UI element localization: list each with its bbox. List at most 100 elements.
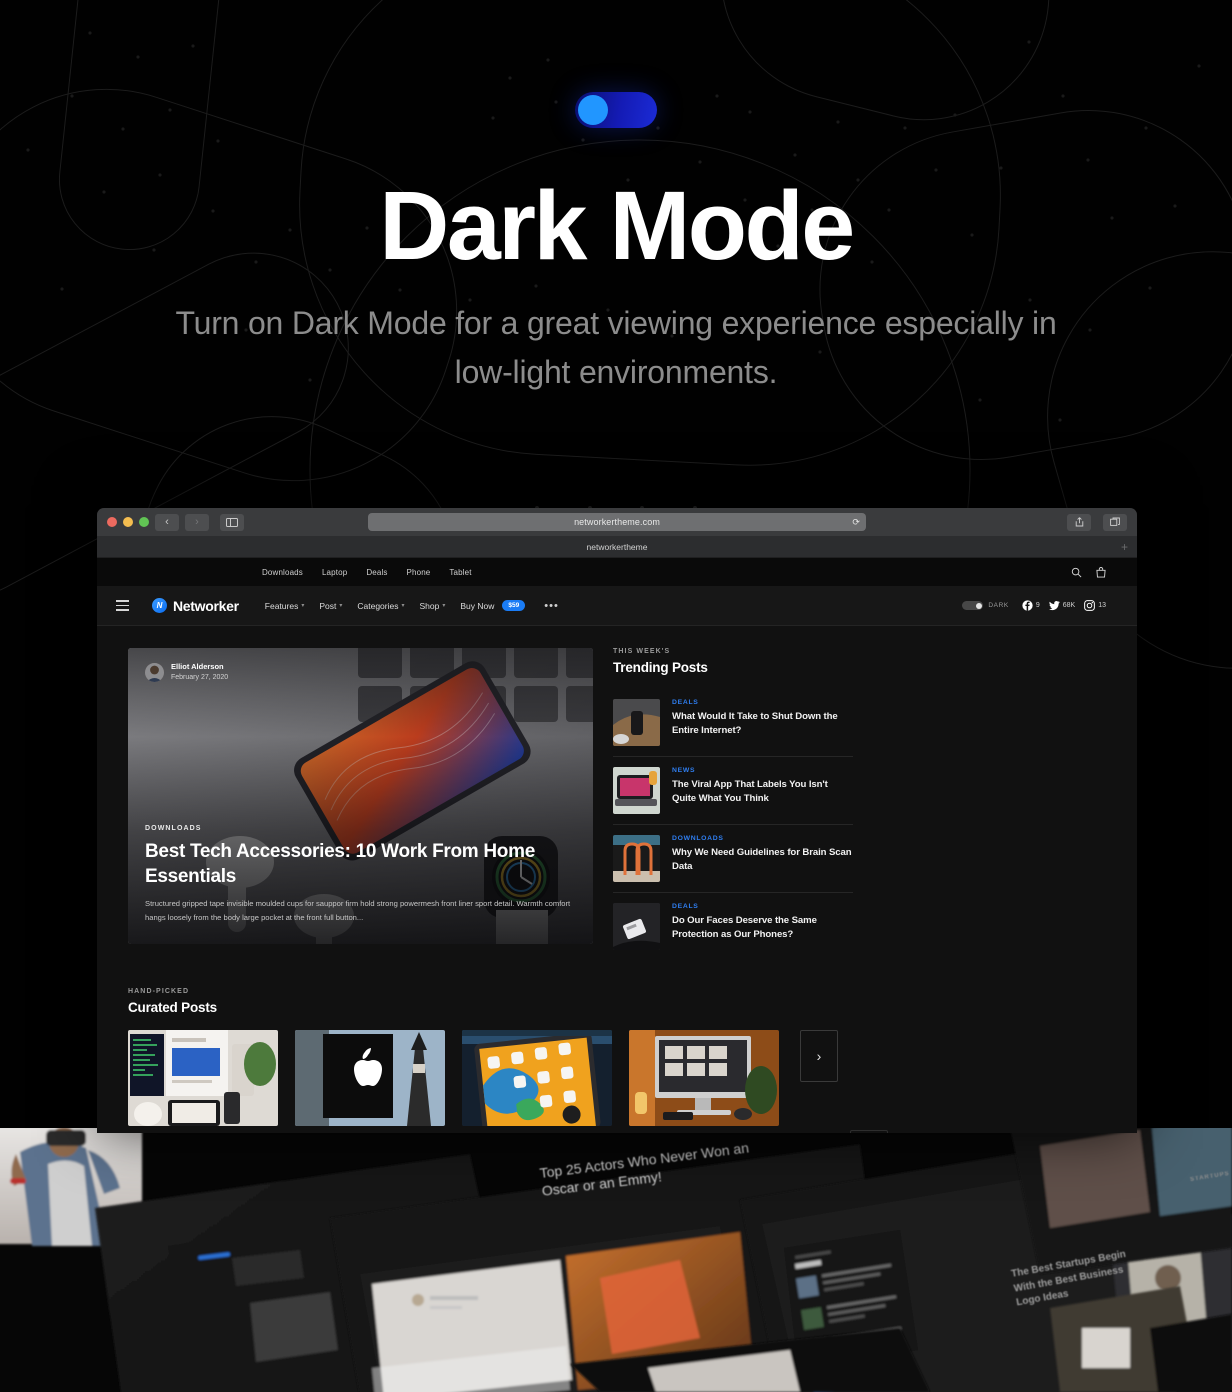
chevron-down-icon: ▾ xyxy=(301,603,305,609)
site-navbar: N Networker Features ▾ Post ▾ Categories… xyxy=(97,586,1137,626)
featured-post-card[interactable]: Elliot Alderson February 27, 2020 DOWNLO… xyxy=(128,648,593,944)
topbar-link-downloads[interactable]: Downloads xyxy=(262,568,303,577)
carousel-secondary-button[interactable] xyxy=(850,1130,888,1133)
twitter-count: 68K xyxy=(1062,602,1076,609)
trending-title-text[interactable]: The Viral App That Labels You Isn't Quit… xyxy=(672,778,853,805)
trending-thumbnail xyxy=(613,835,660,882)
trending-title: Trending Posts xyxy=(613,660,708,675)
chevron-down-icon: ▾ xyxy=(339,603,343,609)
curated-image-apple-logo xyxy=(295,1030,445,1126)
chevron-down-icon: ▾ xyxy=(401,603,405,609)
social-instagram[interactable]: 13 xyxy=(1084,600,1106,611)
trending-list: DEALS What Would It Take to Shut Down th… xyxy=(613,689,853,960)
nav-item-buy-now[interactable]: Buy Now $59 xyxy=(460,600,526,611)
close-window-icon[interactable] xyxy=(107,517,117,527)
curated-card[interactable] xyxy=(629,1030,779,1126)
curated-image-imac xyxy=(629,1030,779,1126)
browser-tabstrip[interactable]: networkertheme + xyxy=(97,536,1137,558)
address-bar[interactable]: networkertheme.com ⟳ xyxy=(368,513,866,531)
list-item[interactable]: DEALS Do Our Faces Deserve the Same Prot… xyxy=(613,892,853,960)
reload-icon[interactable]: ⟳ xyxy=(852,517,860,528)
page-subtitle: Turn on Dark Mode for a great viewing ex… xyxy=(175,304,1057,390)
nav-item-post[interactable]: Post ▾ xyxy=(319,601,342,611)
share-icon xyxy=(1075,517,1083,527)
topbar-link-laptop[interactable]: Laptop xyxy=(322,568,347,577)
instagram-icon xyxy=(1084,600,1096,611)
social-facebook[interactable]: 9 xyxy=(1022,600,1040,611)
new-tab-icon[interactable]: + xyxy=(1121,541,1128,553)
dark-mode-switch[interactable]: DARK xyxy=(962,601,1008,610)
curated-carousel: › xyxy=(128,1030,1106,1126)
dark-mode-toggle-pill[interactable] xyxy=(575,92,657,128)
trending-category[interactable]: DEALS xyxy=(672,903,853,910)
list-item[interactable]: DEALS What Would It Take to Shut Down th… xyxy=(613,689,853,756)
trending-thumbnail xyxy=(613,699,660,746)
nav-item-shop[interactable]: Shop ▾ xyxy=(420,601,446,611)
curated-card[interactable] xyxy=(128,1030,278,1126)
facebook-icon xyxy=(1022,600,1033,611)
dark-mode-switch-track xyxy=(962,601,984,610)
trending-title-text[interactable]: Do Our Faces Deserve the Same Protection… xyxy=(672,914,853,941)
topbar-link-phone[interactable]: Phone xyxy=(407,568,431,577)
maximize-window-icon[interactable] xyxy=(139,517,149,527)
nav-item-categories[interactable]: Categories ▾ xyxy=(357,601,404,611)
featured-category[interactable]: DOWNLOADS xyxy=(145,825,576,832)
facebook-count: 9 xyxy=(1035,602,1040,609)
curated-section: HAND-PICKED Curated Posts › xyxy=(97,960,1137,1133)
trending-title-text[interactable]: Why We Need Guidelines for Brain Scan Da… xyxy=(672,846,853,873)
website-viewport: Downloads Laptop Deals Phone Tablet N Ne… xyxy=(97,558,1137,1133)
list-item[interactable]: DOWNLOADS Why We Need Guidelines for Bra… xyxy=(613,824,853,892)
url-text: networkertheme.com xyxy=(574,517,660,527)
minimize-window-icon[interactable] xyxy=(123,517,133,527)
trending-thumbnail xyxy=(613,903,660,950)
chevron-down-icon: ▾ xyxy=(442,603,446,609)
nav-item-features[interactable]: Features ▾ xyxy=(265,601,305,611)
ellipsis-icon[interactable]: ••• xyxy=(544,600,559,612)
curated-image-workspace xyxy=(128,1030,278,1126)
browser-window: ‹ › networkertheme.com ⟳ networkertheme … xyxy=(97,508,1137,1133)
social-links: 9 68K 13 xyxy=(1022,600,1106,611)
nav-label: Features xyxy=(264,600,299,611)
window-controls[interactable] xyxy=(107,517,149,527)
social-twitter[interactable]: 68K xyxy=(1048,600,1076,611)
search-icon[interactable] xyxy=(1071,567,1082,578)
device-montage: Top 25 Actors Who Never Won an Oscar or … xyxy=(0,1128,1232,1392)
nav-label: Post xyxy=(319,600,337,611)
featured-title[interactable]: Best Tech Accessories: 10 Work From Home… xyxy=(145,840,576,889)
featured-author-block[interactable]: Elliot Alderson February 27, 2020 xyxy=(145,662,228,683)
trending-category[interactable]: DEALS xyxy=(672,699,853,706)
trending-sidebar: THIS WEEK'S Trending Posts DEALS What Wo… xyxy=(613,648,853,960)
shopping-bag-icon[interactable] xyxy=(1096,566,1106,578)
carousel-next-button[interactable]: › xyxy=(800,1030,838,1082)
curated-card[interactable] xyxy=(295,1030,445,1126)
topbar-link-tablet[interactable]: Tablet xyxy=(449,568,471,577)
featured-excerpt: Structured gripped tape invisible moulde… xyxy=(145,899,571,922)
tab-title[interactable]: networkertheme xyxy=(587,542,648,552)
hamburger-menu-icon[interactable] xyxy=(116,600,129,611)
trending-thumbnail xyxy=(613,767,660,814)
curated-card[interactable] xyxy=(462,1030,612,1126)
browser-toolbar: ‹ › networkertheme.com ⟳ xyxy=(97,508,1137,536)
list-item[interactable]: NEWS The Viral App That Labels You Isn't… xyxy=(613,756,853,824)
chevron-right-icon: › xyxy=(816,1048,822,1064)
tab-overview-button[interactable] xyxy=(1103,513,1127,531)
avatar xyxy=(145,663,164,682)
trending-title-text[interactable]: What Would It Take to Shut Down the Enti… xyxy=(672,710,853,737)
networker-logo-icon: N xyxy=(152,598,167,613)
back-button[interactable]: ‹ xyxy=(155,513,179,531)
site-brand[interactable]: N Networker xyxy=(152,598,239,614)
featured-text-block: DOWNLOADS Best Tech Accessories: 10 Work… xyxy=(145,825,576,924)
hero-section: Dark Mode Turn on Dark Mode for a great … xyxy=(0,0,1232,397)
trending-category[interactable]: NEWS xyxy=(672,767,853,774)
toggle-knob xyxy=(578,95,608,125)
forward-button[interactable]: › xyxy=(185,513,209,531)
site-content: Elliot Alderson February 27, 2020 DOWNLO… xyxy=(97,626,1137,960)
curated-title: Curated Posts xyxy=(128,1000,217,1015)
price-badge: $59 xyxy=(502,600,526,611)
nav-label: Shop xyxy=(419,600,440,611)
trending-category[interactable]: DOWNLOADS xyxy=(672,835,853,842)
share-button[interactable] xyxy=(1067,513,1091,531)
topbar-link-deals[interactable]: Deals xyxy=(366,568,387,577)
twitter-icon xyxy=(1048,600,1060,611)
sidebar-toggle-button[interactable] xyxy=(220,513,244,531)
